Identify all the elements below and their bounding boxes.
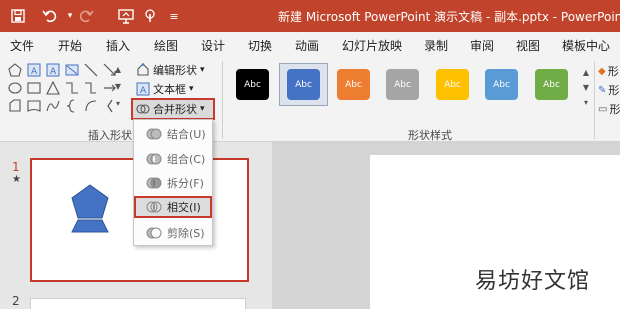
svg-text:A: A: [50, 67, 57, 77]
save-icon[interactable]: [8, 7, 28, 25]
document-shape-icon[interactable]: [27, 99, 41, 113]
shape-effects-button[interactable]: ▭ 形: [598, 101, 620, 117]
shape-outline-label: 形: [608, 84, 620, 97]
oval-shape-icon[interactable]: [8, 81, 22, 95]
triangle-shape-icon[interactable]: [46, 81, 60, 95]
menu-item-subtract-label: 剪除(S): [167, 227, 205, 240]
combine-icon: [146, 153, 162, 165]
tab-animations[interactable]: 动画: [295, 37, 319, 54]
textbox-shape-icon[interactable]: A: [27, 63, 41, 77]
undo-icon[interactable]: [40, 7, 60, 25]
line-shape-icon[interactable]: [84, 63, 98, 77]
watermark: 易坊好文馆: [475, 269, 591, 294]
slide-number-2: 2: [12, 294, 20, 308]
pen-icon: ✎: [598, 84, 607, 96]
edit-shape-label: 编辑形状: [153, 64, 197, 77]
merge-shapes-menu: 结合(U) 组合(C) 拆分(F) 相交(I) 剪除(S): [133, 119, 213, 246]
arc-shape-icon[interactable]: [84, 99, 98, 113]
shapes-gallery: A A: [8, 63, 126, 117]
animation-star-icon: ★: [12, 174, 21, 185]
shape-fill-label: 形: [607, 65, 619, 78]
window-title: 新建 Microsoft PowerPoint 演示文稿 - 副本.pptx -…: [278, 10, 620, 24]
shape-effects-label: 形: [609, 103, 620, 116]
pentagon-outline-shape-icon[interactable]: [65, 63, 79, 77]
text-box-icon: A: [136, 82, 150, 96]
title-bar: ▾ ≡ 新建 Microsoft PowerPoint 演示文稿 - 副本.pp…: [0, 0, 620, 32]
tab-design[interactable]: 设计: [201, 37, 225, 54]
tab-record[interactable]: 录制: [424, 37, 448, 54]
vertical-textbox-shape-icon[interactable]: A: [46, 63, 60, 77]
menu-item-union[interactable]: 结合(U): [138, 123, 210, 145]
pentagon-shape-icon[interactable]: [8, 63, 22, 77]
chevron-down-icon: ▾: [200, 104, 205, 114]
flowchart-shape-icon[interactable]: [8, 99, 22, 113]
ribbon-tabs: 文件 开始 插入 绘图 设计 切换 动画 幻灯片放映 录制 审阅 视图 模板中心: [0, 32, 620, 57]
merge-shapes-label: 合并形状: [153, 103, 197, 116]
subtract-icon: [146, 227, 162, 239]
style-swatch-gold[interactable]: Abc: [436, 69, 469, 100]
customize-icon[interactable]: ≡: [164, 7, 184, 25]
style-swatch-light-blue[interactable]: Abc: [485, 69, 518, 100]
shapes-scroll-icon[interactable]: ▲ ▼ ▾: [113, 61, 123, 113]
style-swatch-orange[interactable]: Abc: [337, 69, 370, 100]
touch-mode-icon[interactable]: [140, 7, 160, 25]
menu-item-combine[interactable]: 组合(C): [138, 148, 210, 170]
shape-outline-button[interactable]: ✎ 形: [598, 82, 619, 98]
menu-item-intersect-label: 相交(I): [167, 201, 201, 214]
pentagon-trapezoid-shape[interactable]: [70, 182, 130, 262]
slide-number-1: 1: [12, 160, 20, 174]
tab-home[interactable]: 开始: [58, 37, 82, 54]
tab-insert[interactable]: 插入: [106, 37, 130, 54]
tab-transitions[interactable]: 切换: [248, 37, 272, 54]
tab-view[interactable]: 视图: [516, 37, 540, 54]
menu-item-union-label: 结合(U): [167, 128, 206, 141]
chevron-down-icon: ▾: [189, 84, 194, 94]
brace-shape-icon[interactable]: [65, 99, 79, 113]
tab-slideshow[interactable]: 幻灯片放映: [342, 37, 402, 54]
svg-text:A: A: [140, 86, 147, 96]
tab-draw[interactable]: 绘图: [154, 37, 178, 54]
style-swatch-black[interactable]: Abc: [236, 69, 269, 100]
tab-template-center[interactable]: 模板中心: [562, 37, 610, 54]
group-divider: [594, 61, 595, 139]
effects-icon: ▭: [598, 103, 608, 115]
menu-item-subtract[interactable]: 剪除(S): [138, 222, 210, 244]
style-gallery-scroll-icon[interactable]: ▲ ▼ ▾: [580, 65, 592, 110]
merge-shapes-button[interactable]: 合并形状 ▾: [131, 98, 215, 120]
tab-review[interactable]: 审阅: [470, 37, 494, 54]
union-icon: [146, 128, 162, 140]
edit-shape-icon: [137, 63, 149, 76]
menu-item-intersect[interactable]: 相交(I): [134, 196, 212, 218]
ribbon: A A ▲▼▾ 编辑形状 ▾ A 文本框 ▾ 合并形状 ▾ 插入形状 Abc: [0, 57, 620, 142]
menu-item-fragment-label: 拆分(F): [167, 177, 204, 190]
curve-shape-icon[interactable]: [46, 99, 60, 113]
style-swatch-green[interactable]: Abc: [535, 69, 568, 100]
menu-item-fragment[interactable]: 拆分(F): [138, 172, 210, 194]
menu-item-combine-label: 组合(C): [167, 153, 206, 166]
svg-text:A: A: [31, 67, 38, 77]
fragment-icon: [146, 177, 162, 189]
style-swatch-blue[interactable]: Abc: [287, 69, 320, 100]
presentation-icon[interactable]: [116, 7, 136, 25]
intersect-icon: [146, 201, 162, 213]
shape-styles-group-label: 形状样式: [408, 129, 452, 142]
merge-shapes-icon: [136, 104, 150, 114]
text-box-button[interactable]: A 文本框 ▾: [136, 80, 194, 98]
chevron-down-icon: ▾: [200, 65, 205, 75]
text-box-label: 文本框: [153, 83, 186, 96]
group-divider: [222, 61, 223, 139]
style-swatch-gray[interactable]: Abc: [386, 69, 419, 100]
slide-thumbnail-2[interactable]: [30, 298, 246, 309]
edit-shape-button[interactable]: 编辑形状 ▾: [136, 61, 205, 79]
redo-icon[interactable]: [76, 7, 96, 25]
elbow-connector-shape-icon[interactable]: [65, 81, 79, 95]
paint-bucket-icon: ◆: [598, 65, 606, 77]
insert-shapes-group-label: 插入形状: [88, 129, 132, 142]
elbow-arrow-shape-icon[interactable]: [84, 81, 98, 95]
rectangle-shape-icon[interactable]: [27, 81, 41, 95]
shape-fill-button[interactable]: ◆ 形: [598, 63, 619, 79]
tab-file[interactable]: 文件: [10, 37, 34, 54]
